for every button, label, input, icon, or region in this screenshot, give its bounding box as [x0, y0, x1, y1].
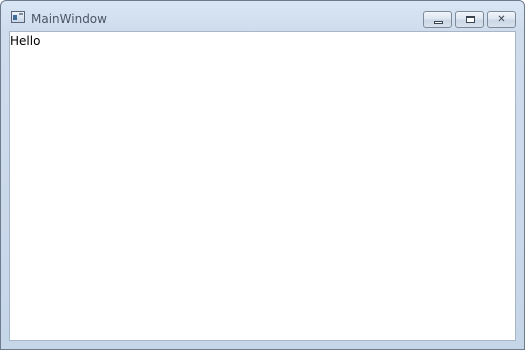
main-window: MainWindow ✕ Hello — [0, 0, 525, 350]
window-title: MainWindow — [31, 12, 107, 26]
maximize-button[interactable] — [455, 11, 484, 28]
close-icon: ✕ — [497, 13, 506, 25]
minimize-icon — [433, 20, 443, 24]
client-area: Hello — [9, 31, 516, 341]
hello-label: Hello — [10, 34, 41, 48]
title-bar[interactable]: MainWindow ✕ — [1, 1, 524, 31]
close-button[interactable]: ✕ — [487, 11, 516, 28]
minimize-button[interactable] — [423, 11, 452, 28]
maximize-icon — [465, 15, 475, 23]
caption-buttons: ✕ — [423, 11, 516, 28]
app-window-icon[interactable] — [11, 11, 25, 23]
